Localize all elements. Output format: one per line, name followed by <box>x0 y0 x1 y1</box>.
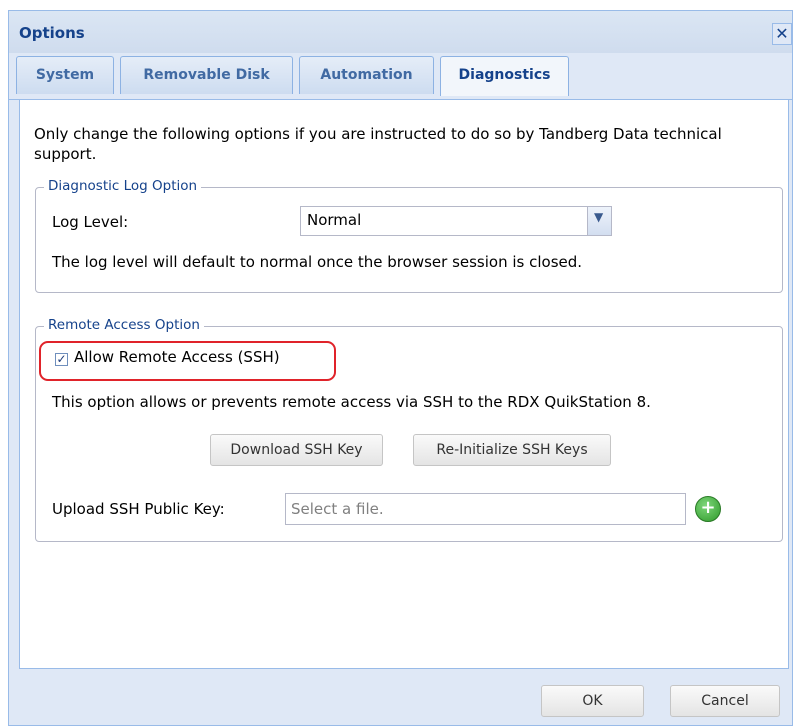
diagnostics-panel: Only change the following options if you… <box>19 99 789 669</box>
cancel-button[interactable]: Cancel <box>670 685 780 717</box>
options-dialog: Options ✕ System Removable Disk Automati… <box>8 10 793 726</box>
allow-remote-access-label[interactable]: Allow Remote Access (SSH) <box>74 348 280 366</box>
log-level-note: The log level will default to normal onc… <box>52 253 583 271</box>
log-level-label: Log Level: <box>52 213 129 231</box>
upload-file-placeholder: Select a file. <box>291 500 384 518</box>
tab-system[interactable]: System <box>16 56 114 94</box>
dialog-footer: OK Cancel <box>9 679 792 727</box>
download-ssh-key-button[interactable]: Download SSH Key <box>210 434 383 466</box>
diagnostic-log-legend: Diagnostic Log Option <box>44 178 202 194</box>
tab-automation[interactable]: Automation <box>299 56 434 94</box>
chevron-down-icon: ▼ <box>594 210 604 224</box>
tab-strip: System Removable Disk Automation Diagnos… <box>9 53 792 100</box>
tab-removable-disk[interactable]: Removable Disk <box>120 56 293 94</box>
upload-file-input[interactable]: Select a file. <box>285 493 686 525</box>
dialog-titlebar: Options ✕ <box>9 11 792 53</box>
log-level-value: Normal <box>307 211 362 229</box>
close-icon[interactable]: ✕ <box>772 23 792 45</box>
reinitialize-ssh-keys-button[interactable]: Re-Initialize SSH Keys <box>413 434 611 466</box>
remote-access-description: This option allows or prevents remote ac… <box>52 393 651 411</box>
allow-remote-access-checkbox[interactable]: ✓ <box>55 353 68 366</box>
dialog-title: Options <box>19 24 85 42</box>
log-level-select[interactable]: Normal ▼ <box>300 206 612 236</box>
diagnostic-log-fieldset: Diagnostic Log Option Log Level: Normal … <box>35 178 783 293</box>
intro-text: Only change the following options if you… <box>34 125 722 163</box>
remote-access-legend: Remote Access Option <box>44 317 204 333</box>
plus-circle-icon[interactable]: + <box>695 496 721 522</box>
dropdown-trigger[interactable]: ▼ <box>587 207 611 235</box>
ok-button[interactable]: OK <box>541 685 644 717</box>
upload-ssh-key-label: Upload SSH Public Key: <box>52 500 225 518</box>
tab-diagnostics[interactable]: Diagnostics <box>440 56 569 96</box>
remote-access-fieldset: Remote Access Option ✓ Allow Remote Acce… <box>35 317 783 542</box>
